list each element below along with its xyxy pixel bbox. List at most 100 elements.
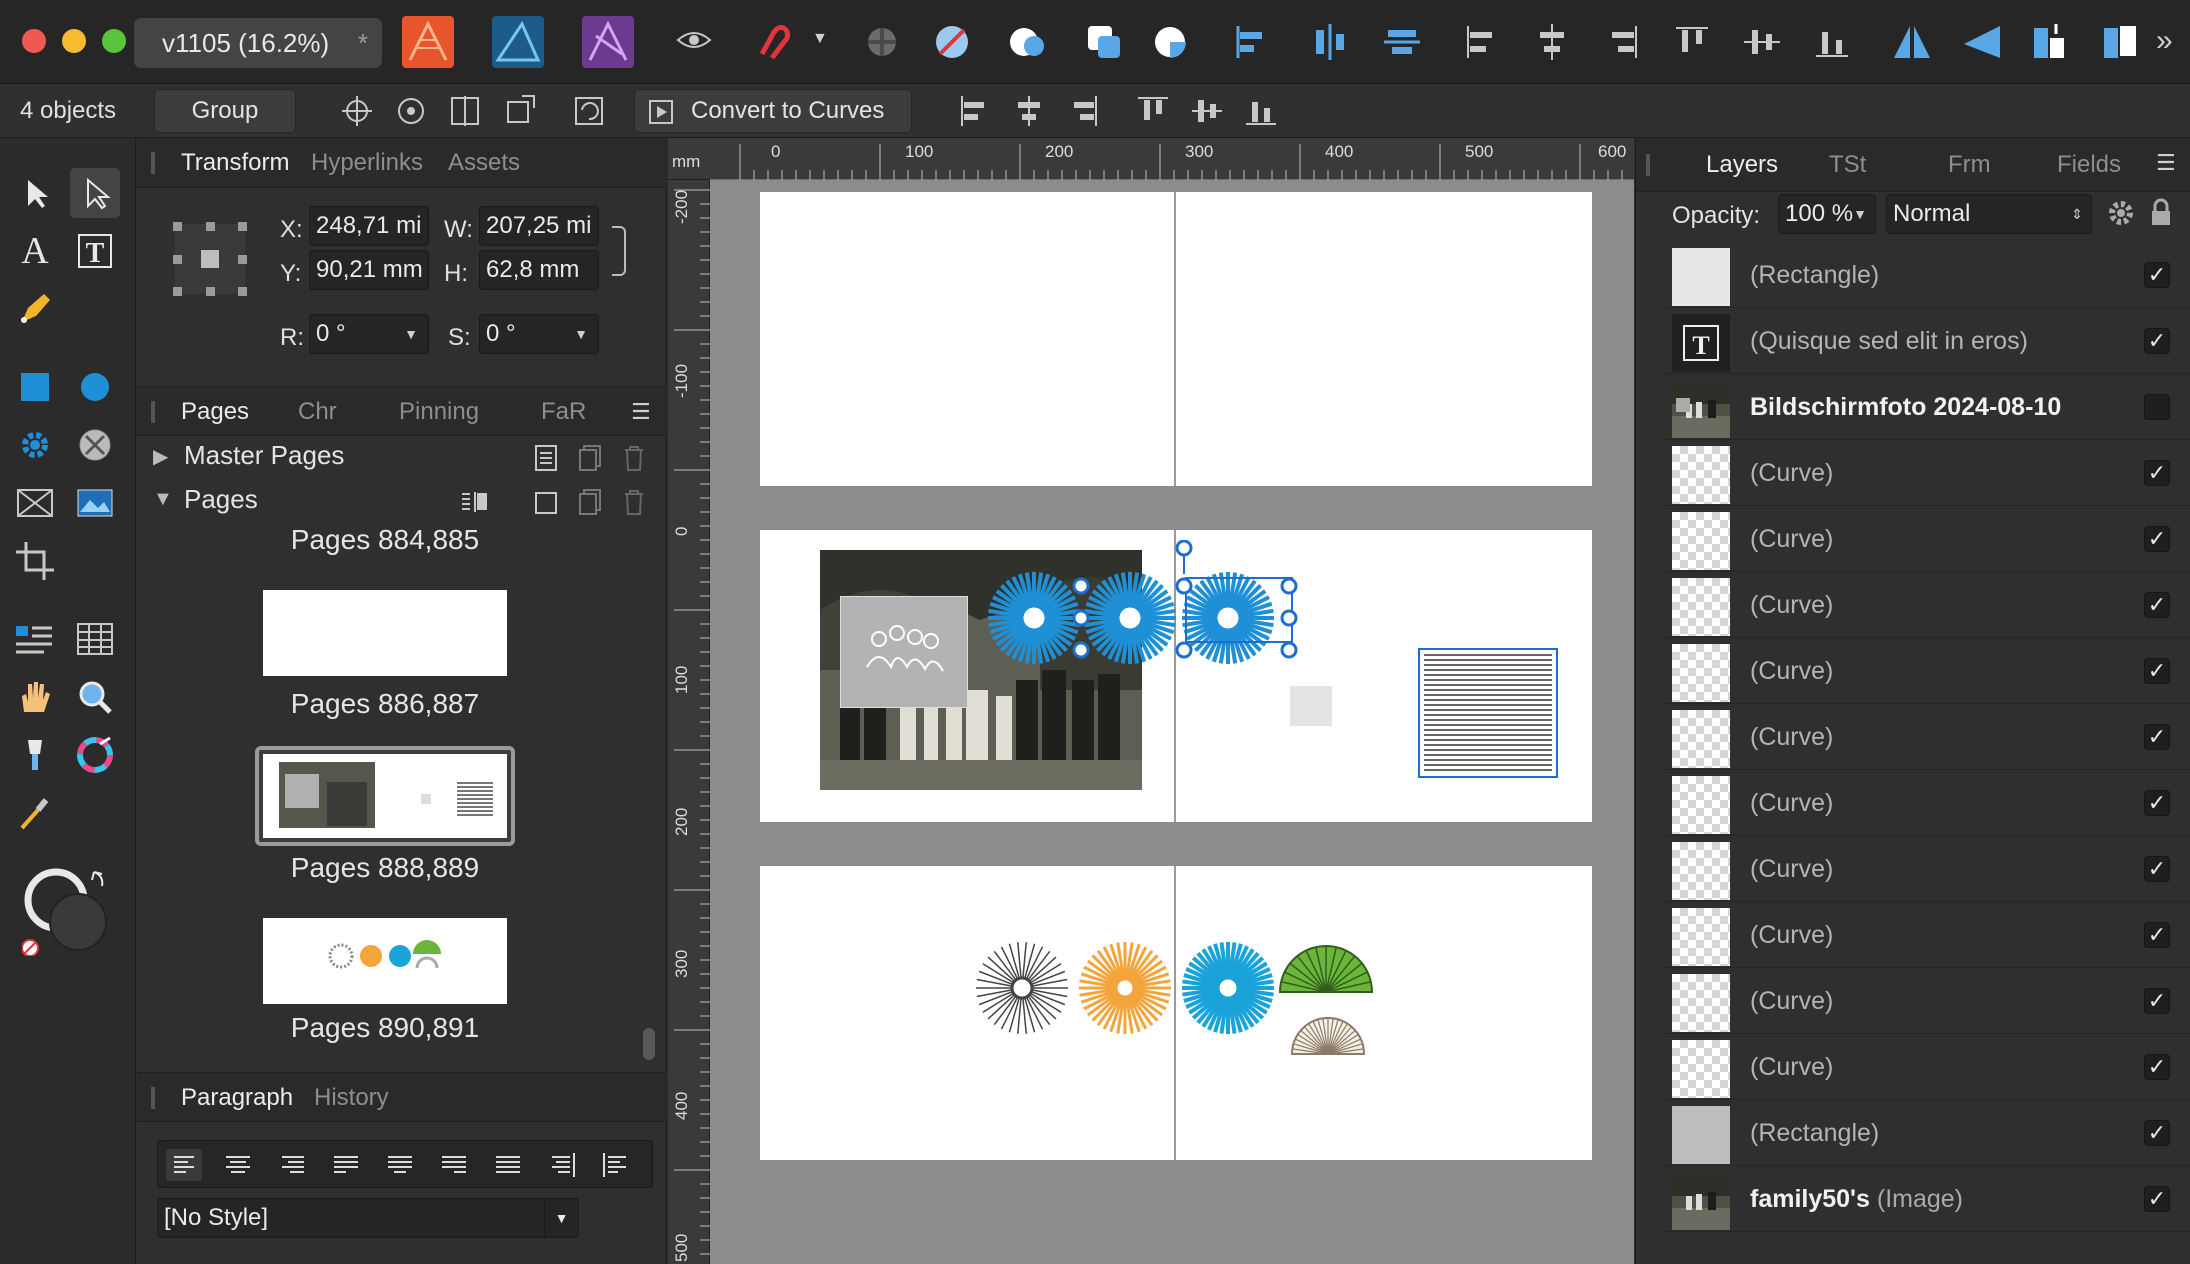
frame-text-tool-icon[interactable]: T [70, 226, 120, 276]
master-page-icon[interactable] [533, 444, 559, 472]
distribute-left-icon[interactable] [1458, 18, 1506, 66]
height-field[interactable]: 62,8 mm [479, 250, 599, 290]
color-picker-tool-icon[interactable] [10, 788, 60, 838]
tab-layers[interactable]: Layers [1706, 140, 1778, 190]
layer-row[interactable]: family50's (Image) ✓ [1662, 1166, 2190, 1232]
color-well[interactable] [22, 866, 112, 956]
document-tab-close[interactable]: * [358, 18, 368, 68]
panel-menu-icon[interactable]: ☰ [2156, 150, 2176, 176]
layer-row[interactable]: Bildschirmfoto 2024-08-10 [1662, 374, 2190, 440]
selected-spread-frame[interactable] [255, 746, 515, 846]
layer-visibility-checkbox[interactable]: ✓ [2144, 592, 2170, 618]
layer-row[interactable]: T (Quisque sed elit in eros) ✓ [1662, 308, 2190, 374]
layer-row[interactable]: (Curve) ✓ [1662, 572, 2190, 638]
panel-menu-icon[interactable]: ☰ [631, 399, 651, 425]
opacity-field[interactable]: 100 % ▼ [1778, 194, 1876, 234]
layer-visibility-checkbox[interactable]: ✓ [2144, 724, 2170, 750]
designer-persona-icon[interactable] [492, 16, 544, 68]
zoom-window-button[interactable] [102, 29, 126, 53]
layer-visibility-checkbox[interactable]: ✓ [2144, 988, 2170, 1014]
paragraph-style-select[interactable]: [No Style] ▼ [157, 1198, 579, 1238]
toolbar-overflow-icon[interactable]: » [2156, 24, 2173, 58]
tab-transform[interactable]: Transform [181, 138, 289, 188]
spread-890-891[interactable] [760, 866, 1592, 1160]
intersect-shapes-icon[interactable] [1148, 18, 1196, 66]
distribute-top-icon[interactable] [1668, 18, 1716, 66]
no-shape-icon[interactable] [70, 420, 120, 470]
spread-thumbnail[interactable] [263, 590, 507, 676]
ctx-align-left-icon[interactable] [954, 90, 996, 132]
fill-tool-icon[interactable] [10, 730, 60, 780]
layer-row[interactable]: (Curve) ✓ [1662, 968, 2190, 1034]
master-pages-label[interactable]: Master Pages [184, 440, 344, 471]
ctx-align-top-icon[interactable] [1132, 90, 1174, 132]
subtract-shapes-icon[interactable] [1080, 18, 1128, 66]
shear-field[interactable]: 0 ° ▼ [479, 314, 599, 354]
convert-to-curves-button[interactable]: Convert to Curves [634, 89, 912, 133]
add-shapes-icon[interactable] [1004, 18, 1052, 66]
table-layout-tool-icon[interactable] [10, 614, 60, 664]
page-spread-icon[interactable] [459, 490, 489, 512]
layer-visibility-checkbox[interactable]: ✓ [2144, 262, 2170, 288]
lock-layer-icon[interactable] [2148, 196, 2174, 230]
collapse-arrow-icon[interactable]: ▶ [153, 444, 168, 469]
align-center-icon[interactable] [1306, 18, 1354, 66]
place-image-tool-icon[interactable] [70, 478, 120, 528]
layer-settings-gear-icon[interactable] [2104, 196, 2138, 230]
blend-mode-select[interactable]: Normal ⇕ [1886, 194, 2092, 234]
duplicate-master-icon[interactable] [577, 444, 603, 472]
horizontal-ruler[interactable]: mm 0 100 200 300 400 500 600 [668, 138, 1634, 180]
distribute-center-icon[interactable] [1528, 18, 1576, 66]
flower-ornament-icon[interactable] [928, 18, 976, 66]
layer-row[interactable]: (Curve) ✓ [1662, 902, 2190, 968]
add-page-icon[interactable] [533, 490, 559, 516]
justify-all-icon[interactable] [490, 1149, 526, 1181]
flip-selection-icon[interactable] [444, 90, 486, 132]
text-frame[interactable] [1418, 648, 1558, 778]
rotate-icon[interactable] [568, 90, 610, 132]
transform-origin-icon[interactable] [336, 90, 378, 132]
cog-shape-tool-icon[interactable] [10, 420, 60, 470]
layer-row[interactable]: (Rectangle) ✓ [1662, 1100, 2190, 1166]
tab-frames[interactable]: Frm [1948, 140, 1991, 190]
tab-paragraph[interactable]: Paragraph [181, 1073, 293, 1123]
layer-row[interactable]: (Curve) ✓ [1662, 770, 2190, 836]
align-text-center-icon[interactable] [220, 1149, 256, 1181]
distribute-middle-icon[interactable] [1738, 18, 1786, 66]
layer-visibility-checkbox[interactable] [2144, 394, 2170, 420]
align-text-right-icon[interactable] [274, 1149, 310, 1181]
layer-visibility-checkbox[interactable]: ✓ [2144, 856, 2170, 882]
rectangle-tool-icon[interactable] [10, 362, 60, 412]
zoom-tool-icon[interactable] [70, 672, 120, 722]
layer-row[interactable]: (Curve) ✓ [1662, 440, 2190, 506]
grey-rectangle[interactable] [1290, 686, 1332, 726]
layer-row[interactable]: (Curve) ✓ [1662, 506, 2190, 572]
close-window-button[interactable] [22, 29, 46, 53]
rotation-dropdown-icon[interactable]: ▼ [404, 315, 418, 353]
pen-tool-icon[interactable] [10, 284, 60, 334]
color-wheel-icon[interactable] [70, 730, 120, 780]
blend-mode-dropdown-icon[interactable]: ⇕ [2071, 195, 2083, 233]
transform-objects-icon[interactable] [498, 90, 540, 132]
anchor-point-selector[interactable] [171, 220, 249, 298]
show-bounding-box-icon[interactable] [390, 90, 432, 132]
selected-sunbursts[interactable] [980, 540, 1360, 690]
layer-visibility-checkbox[interactable]: ✓ [2144, 1120, 2170, 1146]
move-back-icon[interactable] [2096, 18, 2144, 66]
move-forward-icon[interactable] [2026, 18, 2074, 66]
move-tool-icon[interactable] [10, 168, 60, 218]
layer-visibility-checkbox[interactable]: ✓ [2144, 1054, 2170, 1080]
delete-master-icon[interactable] [621, 444, 647, 472]
ellipse-tool-icon[interactable] [70, 362, 120, 412]
align-away-spine-icon[interactable] [598, 1149, 634, 1181]
lock-aspect-icon[interactable] [612, 226, 626, 276]
align-middle-icon[interactable] [1378, 18, 1426, 66]
layer-visibility-checkbox[interactable]: ✓ [2144, 328, 2170, 354]
photo-persona-icon[interactable] [582, 16, 634, 68]
flip-horizontal-icon[interactable] [1888, 18, 1936, 66]
y-field[interactable]: 90,21 mm [309, 250, 429, 290]
snapping-dropdown-icon[interactable]: ▼ [812, 30, 828, 48]
group-button[interactable]: Group [154, 89, 296, 133]
justify-right-icon[interactable] [436, 1149, 472, 1181]
publisher-persona-icon[interactable] [402, 16, 454, 68]
